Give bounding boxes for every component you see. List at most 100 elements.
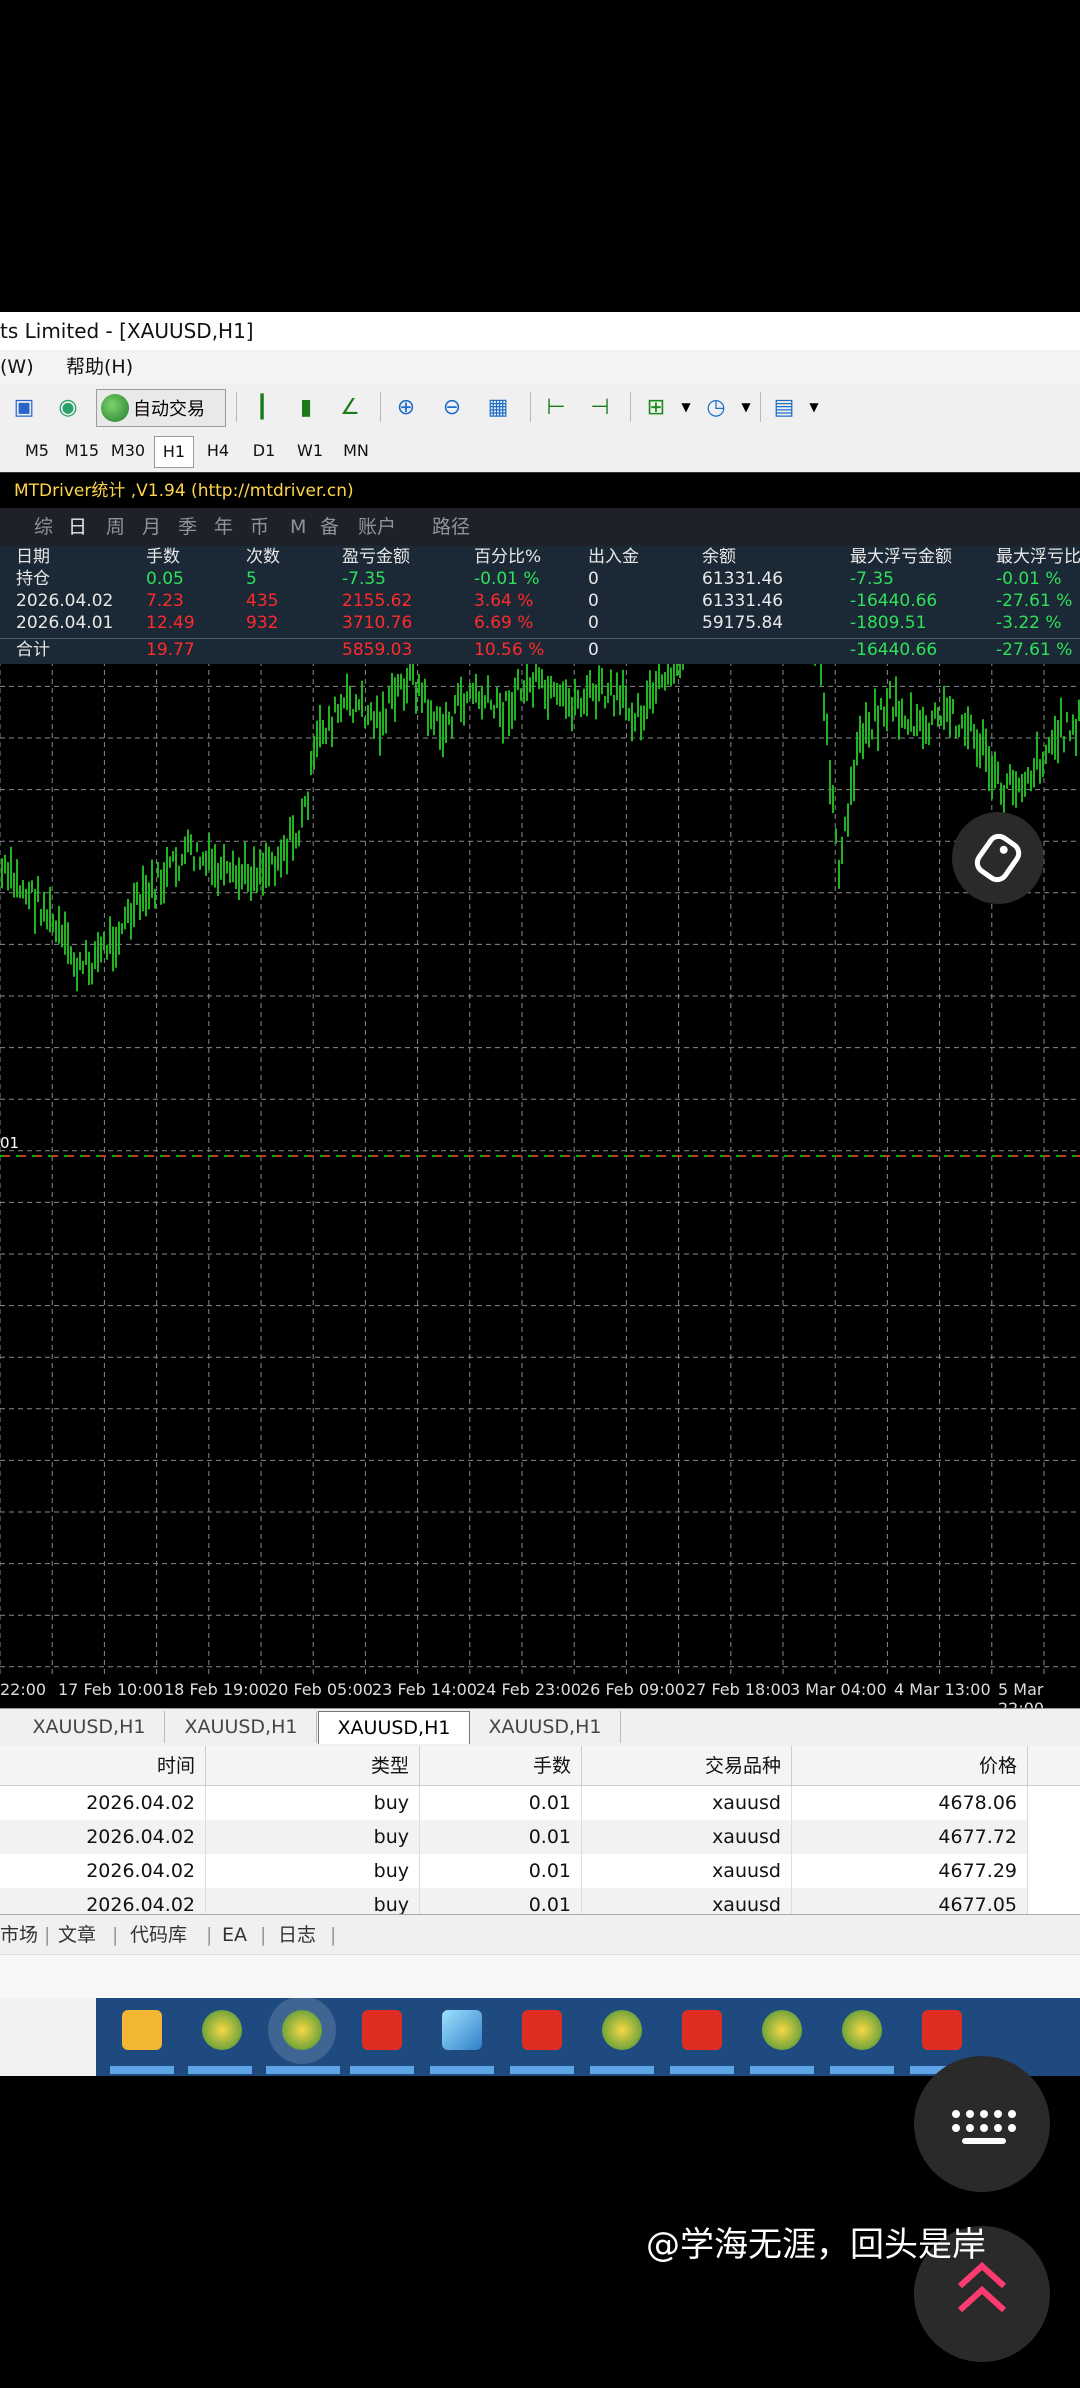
stats-tab-quarter[interactable]: 季 [178, 508, 197, 546]
tf-mn[interactable]: MN [336, 436, 376, 466]
order-cell: 4677.05 [792, 1888, 1028, 1914]
tf-h4[interactable]: H4 [198, 436, 238, 466]
metatrader-icon[interactable] [202, 2010, 242, 2050]
stats-row-day: 2026.04.02 7.23 435 2155.62 3.64 % 0 613… [0, 590, 1080, 612]
tf-h1[interactable]: H1 [154, 436, 194, 468]
chevron-down-icon[interactable]: ▼ [670, 391, 702, 423]
price-level-label: 01 [0, 1134, 20, 1152]
chart-tab[interactable]: XAUUSD,H1 [166, 1711, 317, 1743]
stats-cell-max-float: -16440.66 [850, 640, 938, 660]
templates-icon[interactable]: ▤ [768, 391, 800, 423]
auto-trade-button[interactable]: 自动交易 [96, 389, 226, 427]
auto-trade-icon [101, 394, 129, 422]
stats-cell-count: 435 [246, 591, 279, 611]
menu-item-help[interactable]: 帮助(H) [66, 350, 133, 384]
tf-d1[interactable]: D1 [244, 436, 284, 466]
time-label: 26 Feb 09:00 [580, 1680, 685, 1699]
metatrader-icon[interactable] [762, 2010, 802, 2050]
terminal-tab-ea[interactable]: EA [222, 1919, 247, 1951]
terminal-tab-journal[interactable]: 日志 [278, 1919, 316, 1951]
order-cell: 2026.04.02 23:58:21 [0, 1854, 206, 1914]
window-title-bar: ts Limited - [XAUUSD,H1] [0, 312, 1080, 350]
stats-tab-account[interactable]: 账户 [358, 508, 396, 546]
col-count: 次数 [246, 547, 280, 567]
stats-cell-count: 5 [246, 569, 257, 589]
tile-windows-icon[interactable]: ▦ [482, 391, 514, 423]
time-label: 22:00 [0, 1680, 47, 1699]
tag-icon[interactable] [952, 812, 1044, 904]
stats-cell-lots: 0.05 [146, 569, 184, 589]
autoscroll-icon[interactable]: ⊣ [584, 391, 616, 423]
chart-tab-active[interactable]: XAUUSD,H1 [318, 1711, 470, 1744]
chart-tab[interactable]: XAUUSD,H1 [14, 1711, 165, 1743]
keyboard-icon[interactable] [914, 2056, 1050, 2192]
stats-tab-week[interactable]: 周 [106, 508, 125, 546]
tf-w1[interactable]: W1 [290, 436, 330, 466]
stats-tab-day[interactable]: 日 [68, 508, 87, 546]
indicators-icon[interactable]: ⊞ [640, 391, 672, 423]
stats-tab-year[interactable]: 年 [214, 508, 233, 546]
terminal-tab-articles[interactable]: 文章 [58, 1919, 96, 1951]
terminal-tab-codebase[interactable]: 代码库 [130, 1919, 187, 1951]
stats-cell-max-float: -1809.51 [850, 613, 927, 633]
stats-cell-balance: 61331.46 [702, 591, 784, 611]
stats-tab-path[interactable]: 路径 [432, 508, 470, 546]
chart-tab[interactable]: XAUUSD,H1 [470, 1711, 621, 1743]
orders-col-time[interactable]: 时间 [0, 1746, 206, 1786]
time-label: 17 Feb 10:00 [58, 1680, 163, 1699]
col-date: 日期 [16, 547, 50, 567]
stats-tab-overview[interactable]: 综 [34, 508, 53, 546]
ec-app-icon[interactable] [362, 2010, 402, 2050]
stats-cell-balance: 59175.84 [702, 613, 784, 633]
terminal-tab-market[interactable]: 市场 [0, 1919, 38, 1951]
order-cell: 0.01 [420, 1854, 582, 1888]
orders-col-lots[interactable]: 手数 [420, 1746, 582, 1786]
order-cell: 0.01 [420, 1786, 582, 1820]
col-pct: 百分比% [474, 547, 542, 567]
file-explorer-icon[interactable] [122, 2010, 162, 2050]
stats-tab-month[interactable]: 月 [142, 508, 161, 546]
orders-col-type[interactable]: 类型 [206, 1746, 420, 1786]
order-cell: 4677.29 [792, 1854, 1028, 1888]
candlestick-icon[interactable]: ▮ [290, 391, 322, 423]
orders-col-symbol[interactable]: 交易品种 [582, 1746, 792, 1786]
chart-shift-icon[interactable]: ⊢ [540, 391, 572, 423]
menu-item-window[interactable]: (W) [0, 350, 34, 384]
chevron-down-icon[interactable]: ▼ [730, 391, 762, 423]
stats-tab-currency[interactable]: 币 [250, 508, 269, 546]
tf-m5[interactable]: M5 [18, 436, 56, 466]
ec-app-icon[interactable] [682, 2010, 722, 2050]
metatrader-icon[interactable] [842, 2010, 882, 2050]
chevron-down-icon[interactable]: ▼ [798, 391, 830, 423]
notes-app-icon[interactable] [442, 2010, 482, 2050]
tf-m30[interactable]: M30 [108, 436, 148, 466]
bar-chart-icon[interactable]: ┃ [246, 391, 278, 423]
stats-cell-pct: 3.64 % [474, 591, 534, 611]
line-chart-icon[interactable]: ∠ [334, 391, 366, 423]
stats-cell-deposit: 0 [588, 591, 599, 611]
stats-cell-pnl: 3710.76 [342, 613, 413, 633]
metatrader-icon-active[interactable] [282, 2010, 322, 2050]
stats-tab-m[interactable]: M [290, 508, 306, 546]
signal-icon[interactable]: ◉ [52, 391, 84, 423]
stats-tab-notes[interactable]: 备 [320, 508, 339, 546]
tf-m15[interactable]: M15 [62, 436, 102, 466]
stats-cell-date: 持仓 [16, 569, 50, 589]
zoom-out-icon[interactable]: ⊖ [436, 391, 468, 423]
col-lots: 手数 [146, 547, 180, 567]
stats-cell-deposit: 0 [588, 569, 599, 589]
metatrader-icon[interactable] [602, 2010, 642, 2050]
stats-panel: MTDriver统计 ,V1.94 (http://mtdriver.cn) 综… [0, 472, 1080, 664]
time-label: 18 Feb 19:00 [164, 1680, 269, 1699]
account-icon[interactable]: ▣ [8, 391, 40, 423]
order-cell: xauusd [582, 1854, 792, 1888]
order-cell: xauusd [582, 1888, 792, 1914]
col-deposit: 出入金 [588, 547, 639, 567]
ec-app-icon[interactable] [922, 2010, 962, 2050]
stats-cell-max-float-pct: -3.22 % [996, 613, 1062, 633]
orders-col-price[interactable]: 价格 [792, 1746, 1028, 1786]
time-label: 27 Feb 18:00 [686, 1680, 791, 1699]
ec-app-icon[interactable] [522, 2010, 562, 2050]
periods-clock-icon[interactable]: ◷ [700, 391, 732, 423]
zoom-in-icon[interactable]: ⊕ [390, 391, 422, 423]
